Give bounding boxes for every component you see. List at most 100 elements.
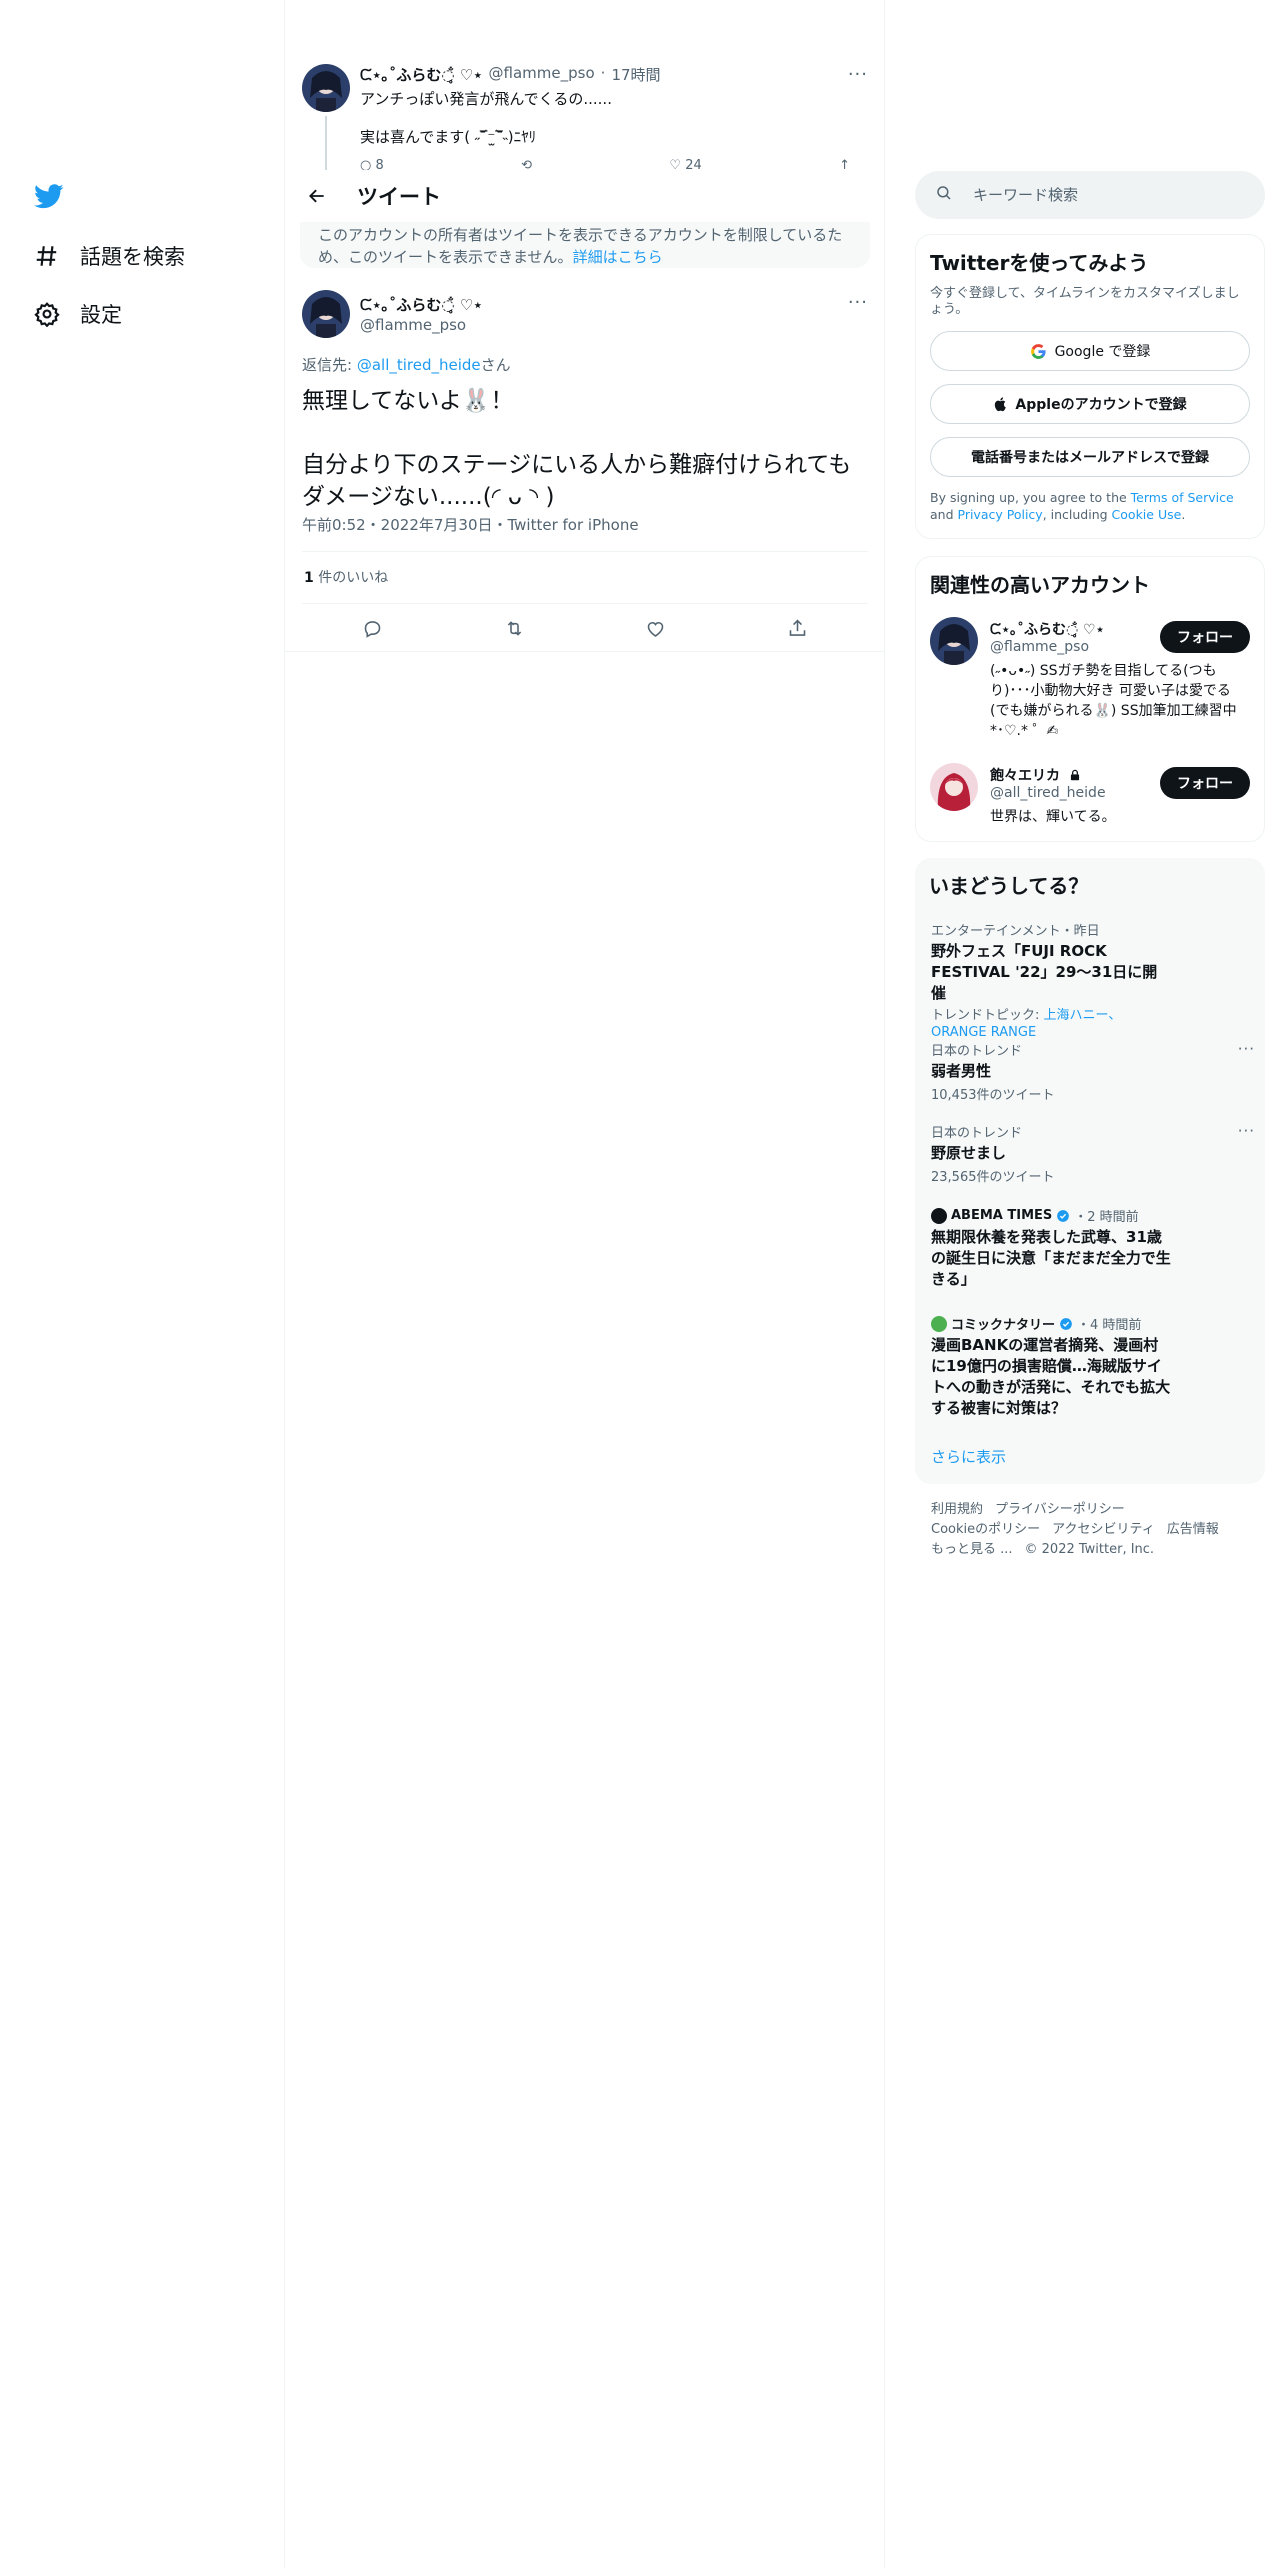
back-arrow-icon[interactable] [299, 178, 335, 214]
tweet-text: 無理してないよ🐰！ 自分より下のステージにいる人から難癖付けられてもダメージない… [302, 385, 862, 513]
trend-title: 弱者男性 [931, 1062, 992, 1080]
abema-logo-icon [931, 1207, 947, 1224]
footer-more-link[interactable]: もっと見る ... [931, 1542, 1013, 1557]
gear-icon [33, 300, 61, 328]
avatar[interactable] [930, 763, 978, 811]
nav-explore[interactable]: 話題を検索 [33, 236, 185, 276]
avatar[interactable] [302, 290, 350, 338]
apple-icon [993, 396, 1009, 412]
left-navigation: 話題を検索 設定 [0, 0, 285, 2568]
tweet-text-line: 自分より下のステージにいる人から難癖付けられてもダメージない......(◜ ᴗ… [302, 452, 852, 510]
tweet-timestamp[interactable]: 午前0:52・2022年7月30日・Twitter for iPhone [302, 514, 639, 535]
footer-ads-link[interactable]: 広告情報 [1167, 1522, 1219, 1537]
trend-item[interactable]: エンターテインメント・昨日 野外フェス「FUJI ROCK FESTIVAL '… [931, 920, 1251, 1041]
restricted-tweet-notice: このアカウントの所有者はツイートを表示できるアカウントを制限しているため、このツ… [300, 222, 870, 268]
trend-item[interactable]: ··· 日本のトレンド 弱者男性 10,453件のツイート [931, 1040, 1254, 1103]
divider [285, 651, 884, 652]
more-icon[interactable]: ··· [1238, 1040, 1255, 1058]
tos-text: , including [1042, 507, 1112, 522]
news-title: 漫画BANKの運営者摘発、漫画村に19億円の損害賠償…海賊版サイトへの動きが活発… [931, 1336, 1171, 1417]
reply-icon[interactable] [355, 610, 391, 646]
author-name[interactable]: ᙅ⋆｡˚ふらむ◌̥̐ ♡⋆ [360, 64, 483, 85]
avatar[interactable] [930, 617, 978, 665]
author-name[interactable]: ᙅ⋆｡˚ふらむ◌̥̐ ♡⋆ [360, 294, 483, 315]
nav-settings[interactable]: 設定 [33, 294, 122, 334]
terms-link[interactable]: Terms of Service [1131, 490, 1234, 505]
footer-accessibility-link[interactable]: アクセシビリティ [1052, 1522, 1155, 1537]
trend-context: 日本のトレンド [931, 1126, 1023, 1141]
account-name[interactable]: ᙅ⋆｡˚ふらむ◌̥̐ ♡⋆ [990, 619, 1104, 639]
more-icon[interactable]: ··· [848, 64, 868, 85]
hashtag-icon [33, 242, 61, 270]
author-handle[interactable]: @flamme_pso [360, 316, 466, 334]
nav-settings-label: 設定 [80, 303, 122, 327]
account-name[interactable]: 飽々エリカ [990, 765, 1082, 785]
divider [302, 551, 868, 552]
account-handle[interactable]: @flamme_pso [990, 639, 1089, 655]
cookie-link[interactable]: Cookie Use [1112, 507, 1182, 522]
page-title: ツイート [357, 185, 441, 209]
trend-count: 23,565件のツイート [931, 1170, 1055, 1185]
footer-privacy-link[interactable]: プライバシーポリシー [995, 1502, 1125, 1517]
follow-button[interactable]: フォロー [1160, 621, 1250, 653]
search-input[interactable] [973, 186, 1233, 204]
account-handle[interactable]: @all_tired_heide [990, 785, 1106, 801]
lock-icon [1070, 769, 1079, 781]
news-source: ABEMA TIMES ・2 時間前 [931, 1206, 1251, 1225]
footer: 利用規約 プライバシーポリシー Cookieのポリシー アクセシビリティ 広告情報 も… [931, 1500, 1261, 1560]
trend-item[interactable]: ··· 日本のトレンド 野原せまし 23,565件のツイート [931, 1122, 1254, 1185]
tos-text: and [930, 507, 958, 522]
avatar[interactable] [302, 64, 350, 112]
reply-to-link[interactable]: @all_tired_heide [357, 356, 481, 374]
share-icon[interactable] [779, 610, 815, 646]
google-signup-button[interactable]: Google で登録 [930, 331, 1250, 371]
apple-signup-button[interactable]: Appleのアカウントで登録 [930, 384, 1250, 424]
source-name: コミックナタリー [951, 1318, 1056, 1333]
google-signup-label: Google で登録 [1054, 344, 1151, 360]
trend-context: 日本のトレンド [931, 1044, 1023, 1059]
main-column: ᙅ⋆｡˚ふらむ◌̥̐ ♡⋆ @flamme_pso · 17時間 ··· アンチ… [285, 0, 885, 2568]
page-header: ツイート [285, 170, 884, 222]
reply-suffix: さん [480, 356, 511, 374]
like-icon[interactable] [638, 610, 674, 646]
tweet-text-line: 実は喜んでます( ˶‾᷄⁻̫‾᷅˵)ﾆﾔﾘ [360, 128, 537, 146]
google-icon [1030, 343, 1047, 360]
footer-cookie-link[interactable]: Cookieのポリシー [931, 1522, 1040, 1537]
search-box[interactable] [915, 171, 1265, 219]
parent-tweet[interactable]: ᙅ⋆｡˚ふらむ◌̥̐ ♡⋆ @flamme_pso · 17時間 ··· アンチ… [302, 62, 868, 172]
phone-signup-button[interactable]: 電話番号またはメールアドレスで登録 [930, 437, 1250, 477]
natalie-logo-icon [931, 1315, 947, 1332]
divider [302, 603, 868, 604]
separator-dot: · [600, 64, 606, 82]
trend-title: 野原せまし [931, 1144, 1007, 1162]
tweet-time[interactable]: 17時間 [611, 64, 660, 85]
account-bio: 世界は、輝いてる。 [990, 809, 1116, 825]
news-item[interactable]: ABEMA TIMES ・2 時間前 無期限休養を発表した武尊、31歳の誕生日に… [931, 1206, 1251, 1290]
more-icon[interactable]: ··· [1238, 1122, 1255, 1140]
follow-button[interactable]: フォロー [1160, 767, 1250, 799]
tweet-action-bar [302, 610, 868, 646]
likes-summary[interactable]: 1 件のいいね [304, 567, 388, 587]
author-handle[interactable]: @flamme_pso [489, 64, 595, 85]
source-name: ABEMA TIMES [951, 1208, 1053, 1223]
nav-explore-label: 話題を検索 [80, 245, 185, 269]
privacy-link[interactable]: Privacy Policy [958, 507, 1043, 522]
account-bio: (˶•ᴗ•˶) SSガチ勢を目指してる(つもり)･･･小動物大好き 可愛い子は愛… [990, 663, 1237, 739]
more-icon[interactable]: ··· [848, 292, 868, 313]
likes-label: 件のいいね [318, 570, 389, 586]
footer-terms-link[interactable]: 利用規約 [931, 1502, 983, 1517]
footer-copyright: © 2022 Twitter, Inc. [1024, 1542, 1155, 1557]
twitter-logo-icon[interactable] [33, 181, 65, 211]
verified-badge-icon [1057, 1209, 1070, 1222]
news-item[interactable]: コミックナタリー ・4 時間前 漫画BANKの運営者摘発、漫画村に19億円の損害… [931, 1314, 1251, 1419]
apple-signup-label: Appleのアカウントで登録 [1015, 397, 1187, 413]
signup-subtitle: 今すぐ登録して、タイムラインをカスタマイズしましょう。 [930, 286, 1240, 317]
likes-count: 1 [304, 570, 314, 586]
related-accounts-card: 関連性の高いアカウント ᙅ⋆｡˚ふらむ◌̥̐ ♡⋆ @flamme_pso フォ… [915, 556, 1265, 842]
trend-context: エンターテインメント・昨日 [931, 924, 1100, 939]
news-title: 無期限休養を発表した武尊、31歳の誕生日に決意「まだまだ全力で生きる」 [931, 1228, 1171, 1288]
retweet-icon[interactable] [496, 610, 532, 646]
show-more-link[interactable]: さらに表示 [931, 1446, 1006, 1467]
learn-more-link[interactable]: 詳細はこちら [573, 248, 663, 266]
tos-text: By signing up, you agree to the [930, 490, 1131, 505]
